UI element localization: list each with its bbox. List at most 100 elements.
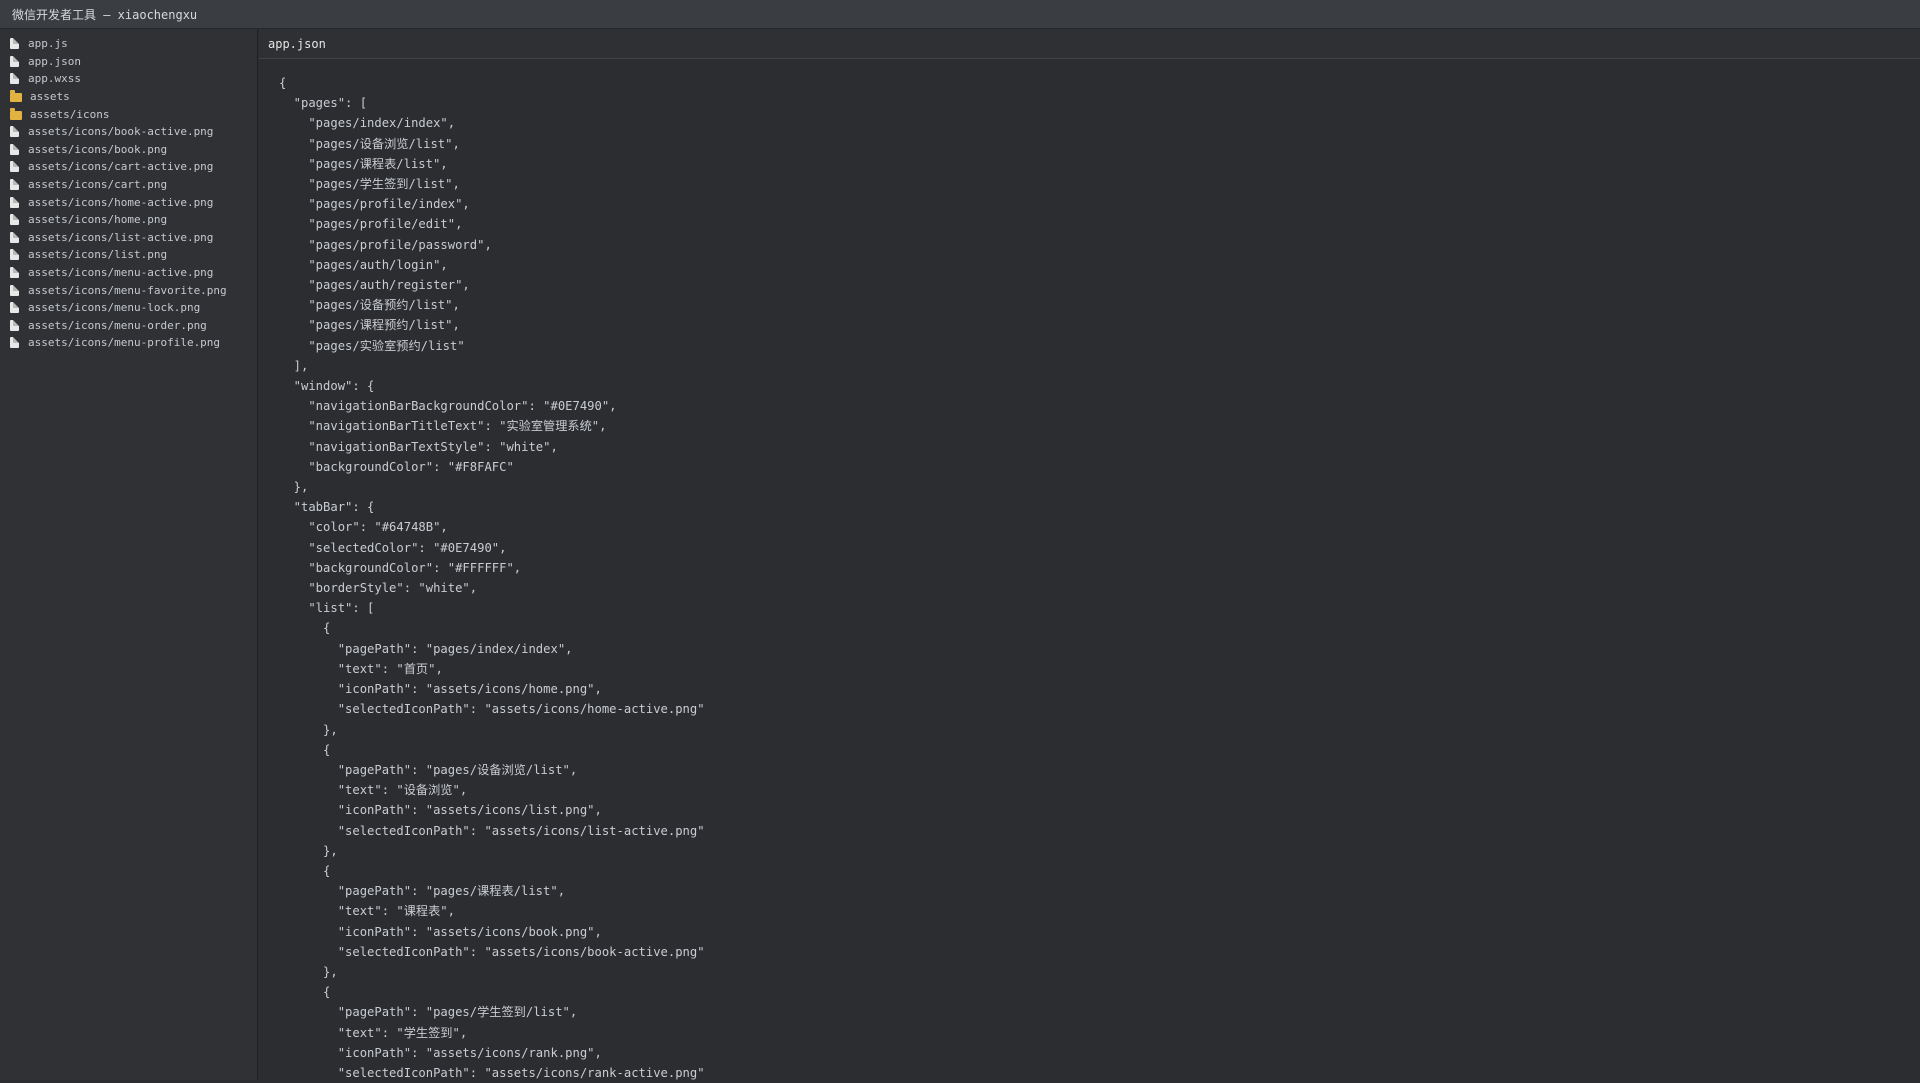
code-line: "pages/profile/index", [279,197,470,212]
code-editor[interactable]: app.json { "pages": [ "pages/index/index… [259,29,1920,1080]
code-line: "selectedColor": "#0E7490", [279,540,507,555]
code-line: "text": "设备浏览", [279,783,468,798]
file-explorer[interactable]: app.js app.json app.wxss assets assets/icons… [0,29,258,1080]
file-tree-item-label: assets/icons/home.png [28,213,168,227]
code-line: "pages/auth/login", [279,257,448,272]
code-line: "tabBar": { [279,500,375,515]
file-icon [10,38,19,50]
file-icon [10,196,19,208]
file-tree-item[interactable]: assets/icons/menu-profile.png [0,334,257,352]
tab-label: app.json [268,36,326,51]
code-line: "backgroundColor": "#F8FAFC" [279,459,514,474]
code-line: "backgroundColor": "#FFFFFF", [279,560,522,575]
file-tree-item-label: app.json [28,54,81,68]
file-icon [10,319,19,331]
code-line: "navigationBarBackgroundColor": "#0E7490… [279,399,617,414]
code-line: { [279,621,331,636]
file-tree-item[interactable]: app.json [0,53,257,71]
file-tree-item[interactable]: assets/icons/list.png [0,246,257,264]
file-icon [10,231,19,243]
file-tree-item[interactable]: assets/icons/list-active.png [0,229,257,247]
file-tree-item-label: assets/icons/book-active.png [28,125,214,139]
code-content[interactable]: { "pages": [ "pages/index/index", "pages… [259,59,1920,1083]
file-tree-item[interactable]: assets/icons/home-active.png [0,193,257,211]
file-icon [10,161,19,173]
code-line: "pages": [ [279,96,368,111]
code-line: }, [279,722,338,737]
code-line: "pages/设备浏览/list", [279,136,460,151]
file-icon [10,249,19,261]
code-line: { [279,863,331,878]
file-tree-item-label: app.js [28,37,68,51]
file-tree-item[interactable]: assets/icons/menu-favorite.png [0,281,257,299]
code-line: "borderStyle": "white", [279,581,478,596]
file-tree-item-label: assets/icons/menu-active.png [28,266,214,280]
file-tree-item[interactable]: app.js [0,35,257,53]
code-line: "pagePath": "pages/index/index", [279,641,573,656]
code-line: "pagePath": "pages/学生签到/list", [279,1005,578,1020]
code-line: { [279,742,331,757]
code-line: "selectedIconPath": "assets/icons/home-a… [279,702,705,717]
code-line: { [279,76,287,90]
file-tree-item-label: assets/icons/list.png [28,248,168,262]
file-icon [10,302,19,314]
file-tree-item[interactable]: assets/icons/book.png [0,141,257,159]
code-line: "selectedIconPath": "assets/icons/book-a… [279,944,705,959]
folder-icon [10,90,22,103]
file-icon [10,214,19,226]
code-line: }, [279,480,309,495]
code-line: "pages/课程预约/list", [279,318,460,333]
file-tree-item-label: assets/icons/menu-order.png [28,318,207,332]
code-line: "pages/设备预约/list", [279,298,460,313]
file-tree-item[interactable]: assets/icons/cart.png [0,176,257,194]
file-tree-item-label: assets/icons [30,107,110,121]
file-tree-item[interactable]: assets/icons/cart-active.png [0,158,257,176]
file-icon [10,126,19,138]
file-list: app.js app.json app.wxss assets assets/icons… [0,35,257,352]
code-line: "selectedIconPath": "assets/icons/list-a… [279,823,705,838]
code-line: "pages/auth/register", [279,278,470,293]
code-line: "iconPath": "assets/icons/rank.png", [279,1045,602,1060]
code-line: "text": "学生签到", [279,1025,468,1040]
folder-icon [10,107,22,120]
file-tree-item[interactable]: app.wxss [0,70,257,88]
file-icon [10,267,19,279]
file-icon [10,55,19,67]
code-line: "color": "#64748B", [279,520,448,535]
code-line: "pages/学生签到/list", [279,177,460,192]
file-tree-item-label: assets/icons/menu-lock.png [28,301,201,315]
code-line: { [279,985,331,1000]
code-line: "text": "首页", [279,661,443,676]
file-icon [10,179,19,191]
file-tree-item-label: app.wxss [28,72,81,86]
file-tree-item[interactable]: assets/icons/menu-active.png [0,264,257,282]
window-title-bar: 微信开发者工具 — xiaochengxu [0,0,1920,29]
code-line: }, [279,964,338,979]
file-tree-item[interactable]: assets/icons/book-active.png [0,123,257,141]
code-line: "pages/index/index", [279,116,456,131]
file-tree-item-label: assets/icons/menu-profile.png [28,336,221,350]
file-icon [10,73,19,85]
code-line: "pages/实验室预约/list" [279,338,465,353]
file-tree-item[interactable]: assets/icons/home.png [0,211,257,229]
code-line: "iconPath": "assets/icons/home.png", [279,682,602,697]
code-line: "window": { [279,379,375,394]
file-tree-item[interactable]: assets/icons/menu-lock.png [0,299,257,317]
file-icon [10,337,19,349]
code-line: "pagePath": "pages/设备浏览/list", [279,762,578,777]
file-tree-item[interactable]: assets [0,88,257,106]
file-tree-item-label: assets/icons/home-active.png [28,195,214,209]
code-line: ], [279,358,309,373]
code-line: "iconPath": "assets/icons/list.png", [279,803,602,818]
file-tree-item[interactable]: assets/icons [0,105,257,123]
code-line: }, [279,843,338,858]
code-line: "text": "课程表", [279,904,455,919]
file-tree-item-label: assets/icons/menu-favorite.png [28,283,227,297]
file-tree-item-label: assets/icons/book.png [28,142,168,156]
tab-app-json[interactable]: app.json [259,29,336,58]
code-line: "iconPath": "assets/icons/book.png", [279,924,602,939]
file-tree-item[interactable]: assets/icons/menu-order.png [0,317,257,335]
code-line: "pagePath": "pages/课程表/list", [279,884,566,899]
editor-tab-bar: app.json [259,29,1920,59]
code-line: "list": [ [279,601,375,616]
